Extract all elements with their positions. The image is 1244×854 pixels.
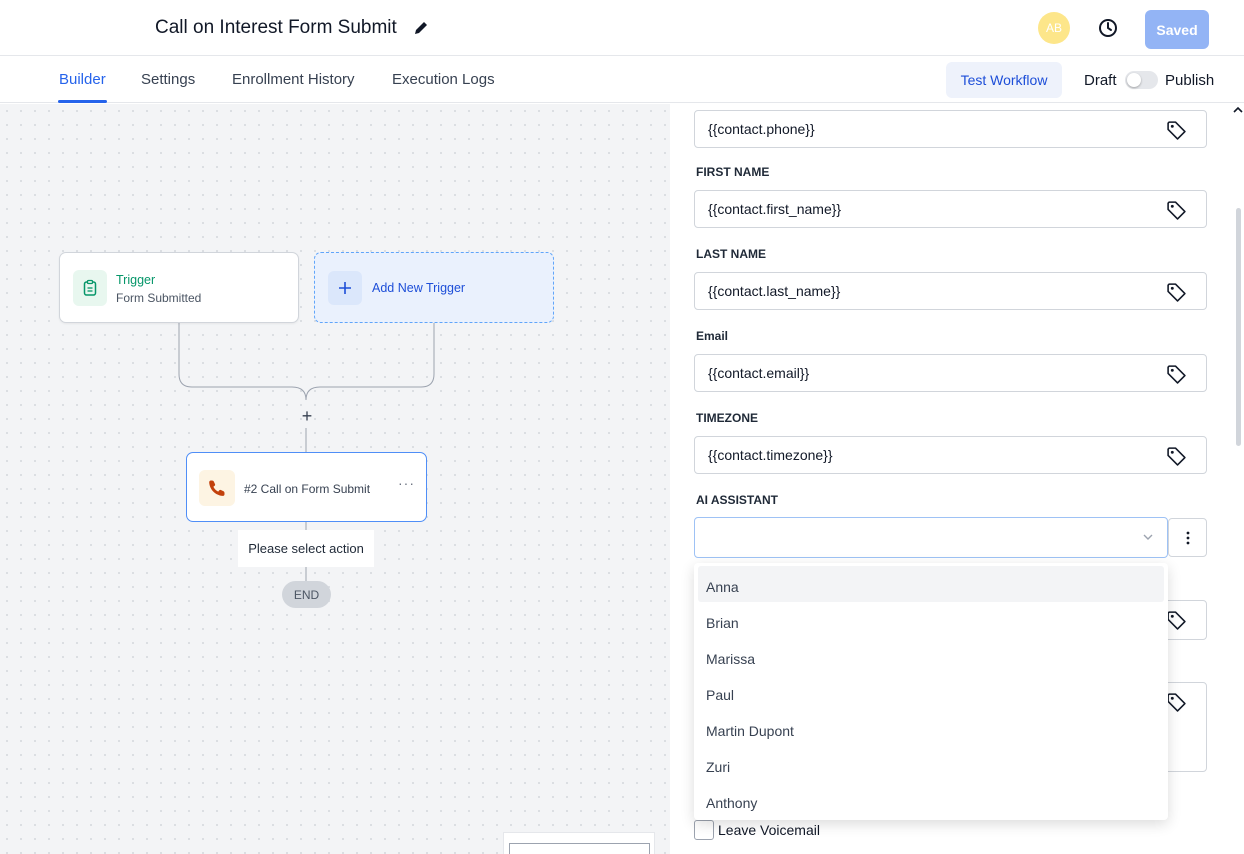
dropdown-option[interactable]: Anthony <box>698 782 1164 818</box>
tag-icon[interactable] <box>1166 692 1187 713</box>
email-value: {{contact.email}} <box>708 365 810 381</box>
draft-label: Draft <box>1084 72 1117 89</box>
add-step-button[interactable]: + <box>298 406 316 426</box>
saved-button[interactable]: Saved <box>1145 10 1209 49</box>
trigger-title: Trigger <box>116 273 156 287</box>
toggle-knob <box>1127 73 1141 87</box>
ai-assistant-dropdown: Anna Brian Marissa Paul Martin Dupont Zu… <box>694 563 1168 820</box>
last-name-value: {{contact.last_name}} <box>708 283 841 299</box>
more-options-icon[interactable]: ··· <box>398 475 415 491</box>
pencil-icon[interactable] <box>413 20 429 36</box>
workflow-canvas[interactable]: Trigger Form Submitted Add New Trigger +… <box>0 104 670 854</box>
chevron-up-icon[interactable] <box>1232 104 1244 116</box>
tag-icon[interactable] <box>1166 610 1187 631</box>
dropdown-option[interactable]: Anna <box>698 566 1164 602</box>
trigger-node[interactable]: Trigger Form Submitted <box>59 252 299 323</box>
timezone-field[interactable]: {{contact.timezone}} <box>694 436 1207 474</box>
workflow-title: Call on Interest Form Submit <box>155 17 397 38</box>
first-name-value: {{contact.first_name}} <box>708 201 842 217</box>
tag-icon[interactable] <box>1166 364 1187 385</box>
action-node[interactable]: #2 Call on Form Submit ··· <box>186 452 427 522</box>
timezone-label: TIMEZONE <box>696 411 758 425</box>
end-node: END <box>282 581 331 608</box>
tab-enrollment-history[interactable]: Enrollment History <box>232 71 355 88</box>
select-action-hint: Please select action <box>238 530 374 567</box>
phone-field[interactable]: {{contact.phone}} <box>694 110 1207 148</box>
minimap-viewport[interactable] <box>509 843 650 854</box>
dropdown-option[interactable]: Brian <box>698 602 1164 638</box>
ai-assistant-label: AI ASSISTANT <box>696 493 779 507</box>
dropdown-option[interactable]: Zuri <box>698 746 1164 782</box>
last-name-field[interactable]: {{contact.last_name}} <box>694 272 1207 310</box>
panel-scrollbar[interactable] <box>1236 208 1241 446</box>
tag-icon[interactable] <box>1166 200 1187 221</box>
tag-icon[interactable] <box>1166 282 1187 303</box>
plus-icon <box>328 271 362 305</box>
add-new-trigger-label: Add New Trigger <box>372 281 466 295</box>
tag-icon[interactable] <box>1166 446 1187 467</box>
history-icon[interactable] <box>1097 17 1119 39</box>
minimap[interactable] <box>503 832 655 854</box>
clipboard-icon <box>73 270 107 306</box>
active-tab-indicator <box>58 100 107 103</box>
tab-builder[interactable]: Builder <box>59 71 106 88</box>
action-label: #2 Call on Form Submit <box>244 482 371 496</box>
publish-label: Publish <box>1165 72 1215 89</box>
chevron-down-icon <box>1143 534 1153 540</box>
kebab-menu-button[interactable] <box>1168 518 1207 557</box>
avatar[interactable]: AB <box>1038 12 1070 44</box>
vertical-dots-icon <box>1186 531 1189 544</box>
publish-toggle[interactable] <box>1125 71 1158 89</box>
first-name-field[interactable]: {{contact.first_name}} <box>694 190 1207 228</box>
phone-field-value: {{contact.phone}} <box>708 121 815 137</box>
tab-bar: Builder Settings Enrollment History Exec… <box>0 56 1244 103</box>
dropdown-option[interactable]: Martin Dupont <box>698 710 1164 746</box>
trigger-subtitle: Form Submitted <box>116 291 202 305</box>
last-name-label: LAST NAME <box>696 247 766 261</box>
email-label: Email <box>696 329 729 343</box>
email-field[interactable]: {{contact.email}} <box>694 354 1207 392</box>
tab-settings[interactable]: Settings <box>141 71 195 88</box>
phone-icon <box>199 470 235 506</box>
tag-icon[interactable] <box>1166 120 1187 141</box>
tab-execution-logs[interactable]: Execution Logs <box>392 71 495 88</box>
ai-assistant-select[interactable] <box>694 517 1168 558</box>
dropdown-option[interactable]: Marissa <box>698 638 1164 674</box>
timezone-value: {{contact.timezone}} <box>708 447 833 463</box>
leave-voicemail-label: Leave Voicemail <box>718 822 820 838</box>
leave-voicemail-checkbox[interactable] <box>694 820 714 840</box>
first-name-label: FIRST NAME <box>696 165 770 179</box>
top-bar: Call on Interest Form Submit AB Saved <box>0 0 1244 56</box>
test-workflow-button[interactable]: Test Workflow <box>946 62 1062 98</box>
leave-voicemail-row[interactable]: Leave Voicemail <box>694 820 820 840</box>
dropdown-option[interactable]: Paul <box>698 674 1164 710</box>
add-new-trigger-button[interactable]: Add New Trigger <box>314 252 554 323</box>
